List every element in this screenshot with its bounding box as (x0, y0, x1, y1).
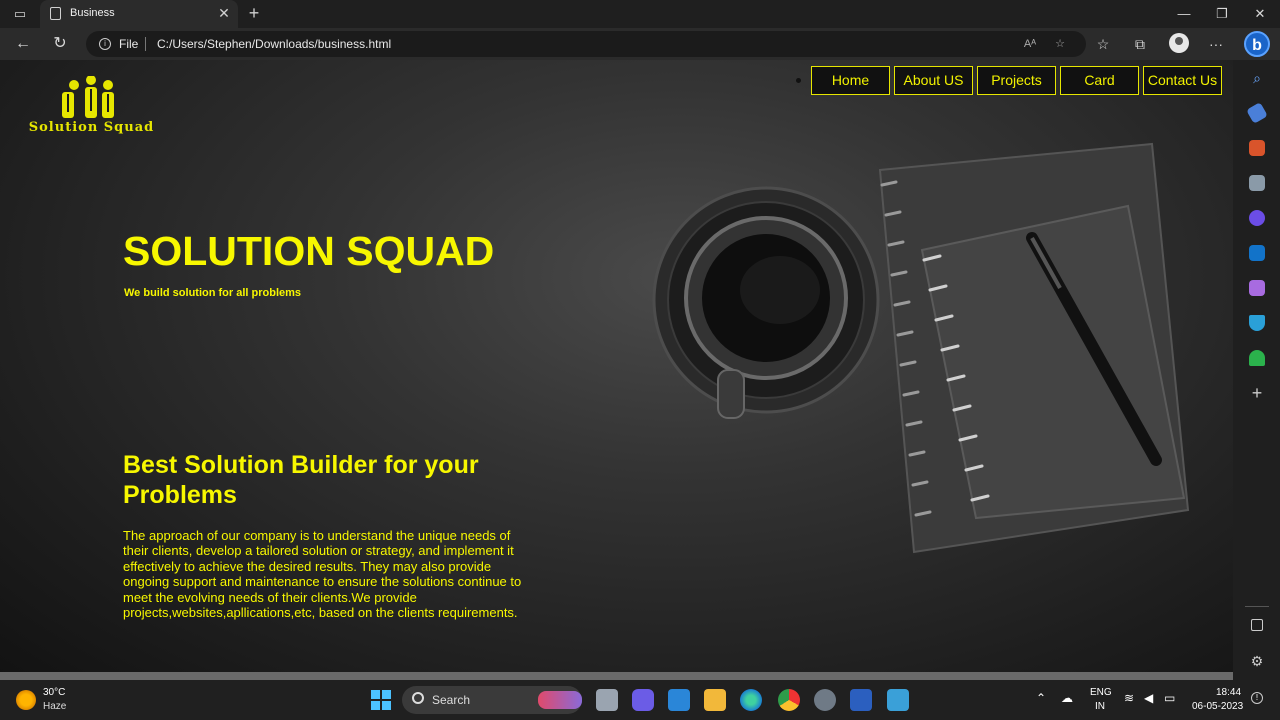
sidebar-outlook-icon[interactable] (1249, 245, 1265, 261)
web-page: Solution Squad Home About US Projects Ca… (0, 60, 1233, 680)
sidebar-add-icon[interactable]: + (1249, 384, 1265, 402)
nav-home[interactable]: Home (811, 66, 890, 95)
sidebar-tools-icon[interactable] (1249, 140, 1265, 156)
sidebar-divider (1245, 606, 1269, 607)
edge-browser-icon[interactable] (740, 689, 762, 711)
minimize-icon[interactable]: — (1174, 4, 1194, 24)
sidebar-settings-icon[interactable]: ⚙ (1249, 653, 1265, 669)
nav-card[interactable]: Card (1060, 66, 1139, 95)
sidebar-designer-icon[interactable] (1249, 280, 1265, 296)
word-icon[interactable] (850, 689, 872, 711)
sidebar-m365-icon[interactable] (1249, 210, 1265, 226)
clock-time[interactable]: 18:44 (1216, 687, 1241, 698)
team-logo-icon (62, 75, 114, 118)
file-explorer-icon[interactable] (704, 689, 726, 711)
sidebar-panel-icon[interactable] (1251, 619, 1263, 631)
site-info-icon[interactable]: i (99, 38, 111, 50)
weather-condition[interactable]: Haze (43, 701, 66, 712)
search-highlight-icon[interactable] (538, 691, 582, 709)
teams-chat-icon[interactable] (632, 689, 654, 711)
page-favicon-icon (50, 7, 61, 20)
chrome-icon[interactable] (778, 689, 800, 711)
address-bar[interactable]: i File C:/Users/Stephen/Downloads/busine… (86, 31, 1086, 57)
maximize-icon[interactable]: ❐ (1212, 4, 1232, 24)
nav-about-us[interactable]: About US (894, 66, 973, 95)
battery-icon[interactable]: ▭ (1164, 691, 1175, 705)
close-window-icon[interactable]: ✕ (1250, 4, 1270, 24)
settings-app-icon[interactable] (814, 689, 836, 711)
tab-actions-icon[interactable]: ▭ (12, 6, 28, 22)
address-bar-row: ← ↻ i File C:/Users/Stephen/Downloads/bu… (0, 28, 1280, 60)
task-view-icon[interactable] (596, 689, 618, 711)
language-region[interactable]: IN (1095, 701, 1105, 712)
collections-icon[interactable]: ⧉ (1130, 34, 1150, 54)
tab-close-icon[interactable]: ✕ (216, 5, 232, 21)
hero-subtitle: We build solution for all problems (124, 287, 302, 299)
notepad-icon[interactable] (887, 689, 909, 711)
wifi-icon[interactable]: ≋ (1124, 691, 1134, 705)
refresh-icon[interactable]: ↻ (50, 34, 70, 54)
sidebar-search-icon[interactable]: ⌕ (1249, 70, 1265, 86)
logo-text: Solution Squad (28, 120, 155, 135)
hero-title: SOLUTION SQUAD (123, 228, 495, 274)
new-tab-icon[interactable]: + (245, 4, 263, 22)
back-icon[interactable]: ← (13, 34, 33, 54)
nav-projects[interactable]: Projects (977, 66, 1056, 95)
read-aloud-icon[interactable]: Aᴬ (1022, 36, 1038, 52)
coffee-notebook-image (652, 142, 1190, 554)
section-body: The approach of our company is to unders… (123, 528, 522, 621)
sidebar-games-icon[interactable] (1249, 175, 1265, 191)
edge-sidebar: ⌕ + ⚙ (1233, 60, 1280, 680)
weather-icon[interactable] (16, 690, 36, 710)
search-label: Search (432, 693, 471, 707)
address-scheme: File (119, 37, 139, 51)
language-indicator[interactable]: ENG (1090, 687, 1112, 698)
address-separator (145, 37, 146, 51)
site-logo[interactable]: Solution Squad (14, 75, 169, 138)
nav-bullet (796, 78, 801, 83)
profile-avatar[interactable] (1169, 33, 1189, 53)
bing-copilot-icon[interactable]: b (1244, 31, 1270, 57)
more-options-icon[interactable]: ··· (1206, 34, 1226, 54)
onedrive-icon[interactable]: ☁ (1061, 691, 1073, 705)
sidebar-telegram-icon[interactable] (1249, 315, 1265, 331)
favorites-icon[interactable]: ☆ (1093, 34, 1113, 54)
notification-icon[interactable]: ! (1251, 692, 1263, 704)
tab-title: Business (70, 7, 115, 19)
tray-expand-icon[interactable]: ⌃ (1036, 691, 1046, 705)
section-title: Best Solution Builder for your Problems (123, 451, 479, 509)
weather-temperature[interactable]: 30°C (43, 687, 65, 698)
sidebar-tree-icon[interactable] (1249, 350, 1265, 366)
add-favorite-icon[interactable]: ☆ (1052, 36, 1068, 52)
clock-date[interactable]: 06-05-2023 (1192, 701, 1243, 712)
browser-tab[interactable]: Business ✕ (40, 0, 238, 28)
search-icon (412, 692, 424, 704)
sidebar-shopping-icon[interactable] (1246, 102, 1268, 124)
nav-contact-us[interactable]: Contact Us (1143, 66, 1222, 95)
browser-tab-bar: ▭ Business ✕ + — ❐ ✕ (0, 0, 1280, 28)
address-url[interactable]: C:/Users/Stephen/Downloads/business.html (157, 37, 391, 51)
windows-taskbar: 30°C Haze Search ⌃ ☁ ENG IN ≋ ◀ ▭ 18:44 … (0, 680, 1280, 720)
microsoft-store-icon[interactable] (668, 689, 690, 711)
volume-icon[interactable]: ◀ (1144, 691, 1153, 705)
start-menu-icon[interactable] (370, 689, 392, 711)
